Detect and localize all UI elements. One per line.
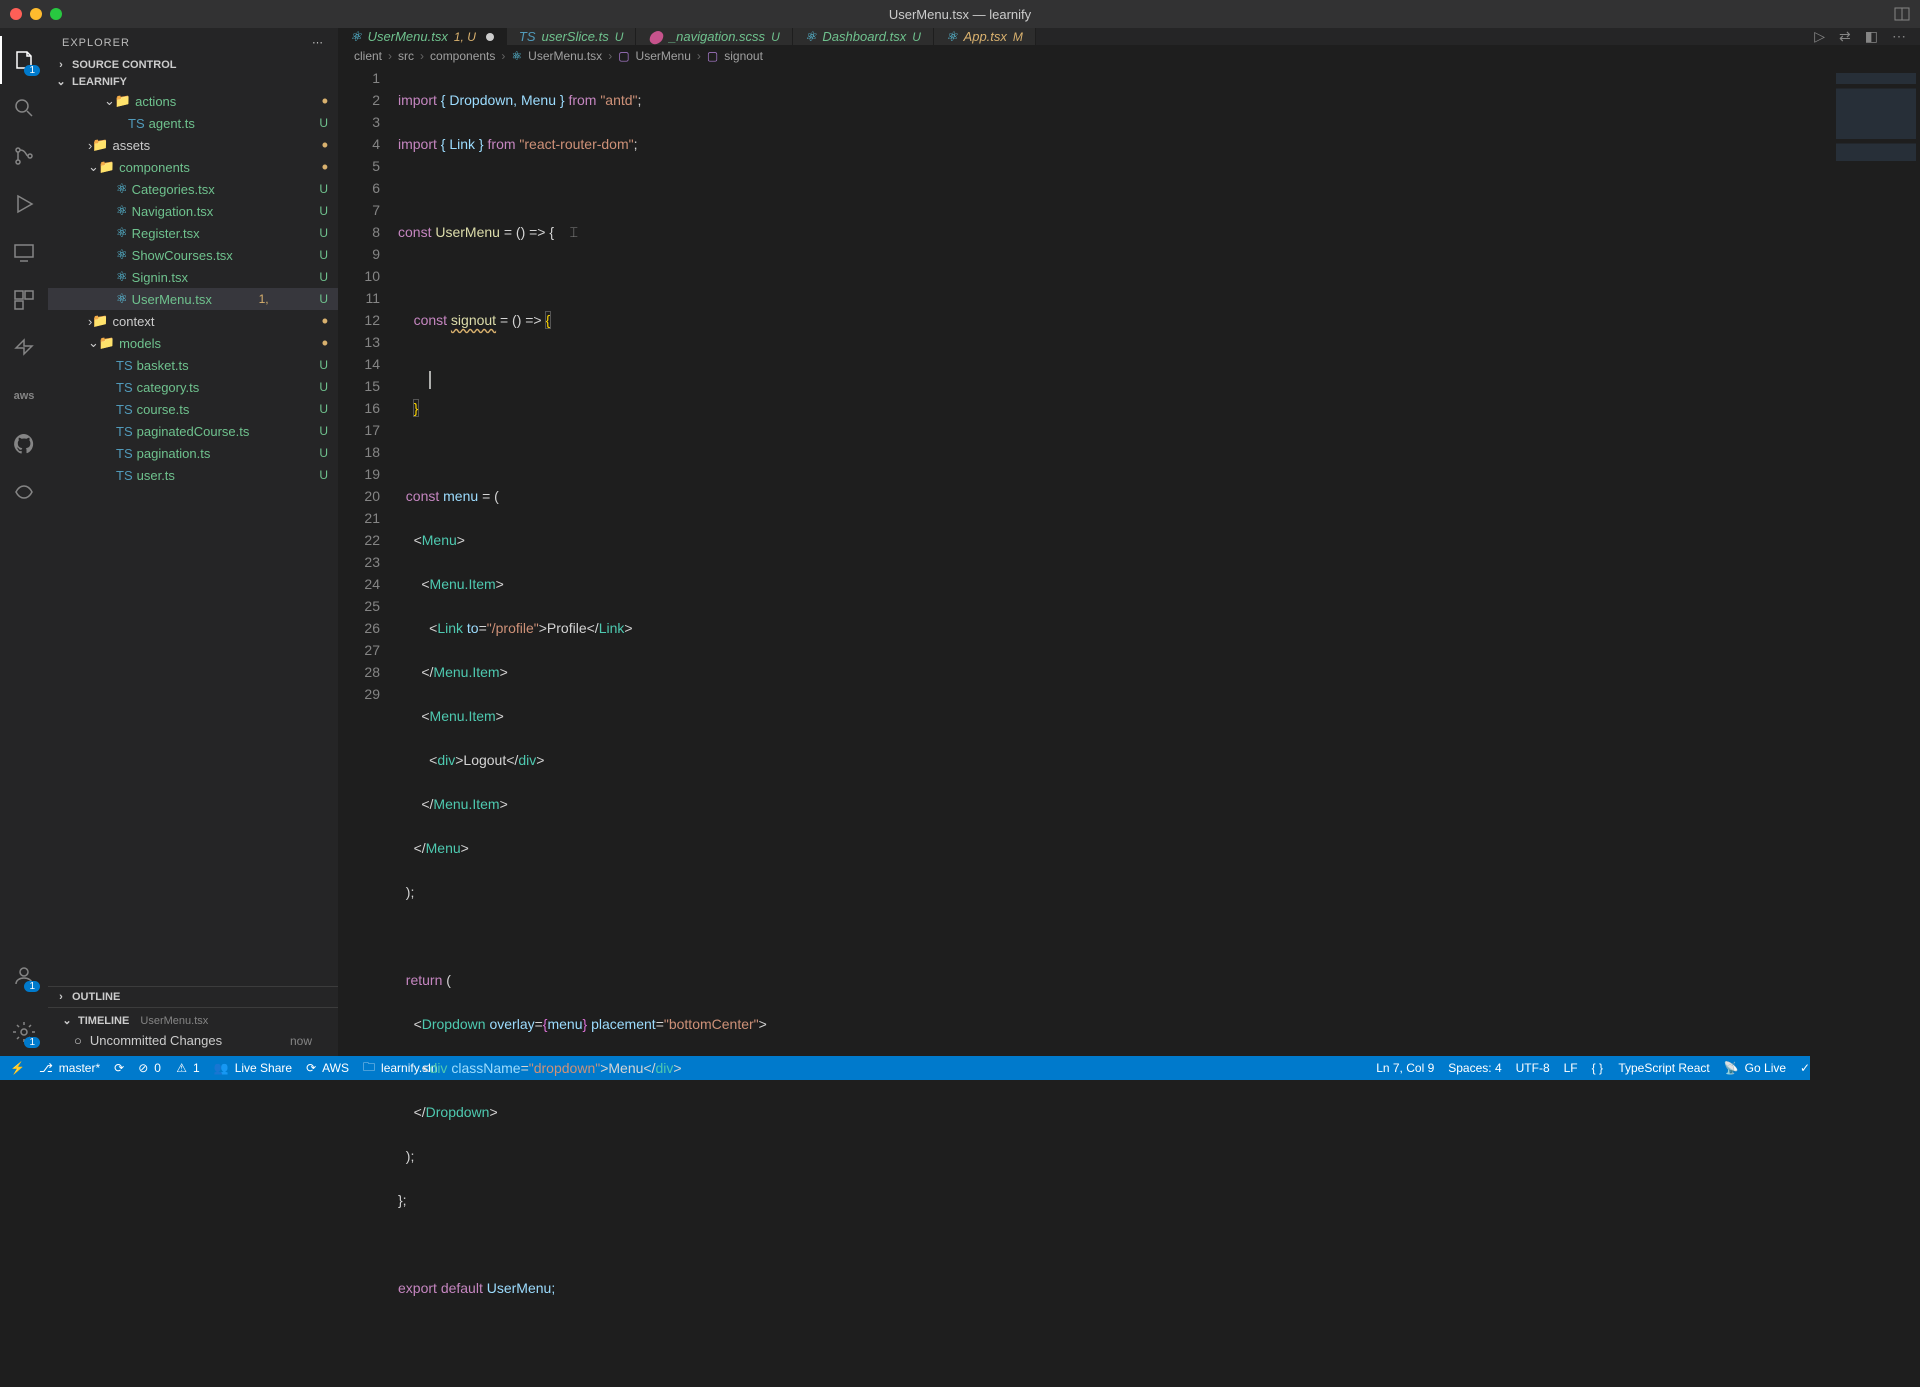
timeline-entry[interactable]: ○ Uncommitted Changes now: [54, 1029, 332, 1052]
titlebar: UserMenu.tsx — learnify: [0, 0, 1920, 28]
breadcrumb[interactable]: client› src› components› ⚛UserMenu.tsx› …: [338, 45, 1920, 67]
folder-models[interactable]: ⌄📁models•: [48, 332, 338, 354]
file-agent[interactable]: TSagent.tsU: [48, 112, 338, 134]
tab-usermenu[interactable]: ⚛UserMenu.tsx 1, U: [338, 28, 507, 45]
file-tree: ⌄📁actions• TSagent.tsU ›📁assets• ⌄📁compo…: [48, 90, 338, 986]
more-icon[interactable]: ⋯: [312, 36, 324, 49]
window-controls: [10, 8, 62, 20]
outline-section[interactable]: ›OUTLINE: [48, 986, 338, 1007]
split-icon[interactable]: ◧: [1865, 28, 1878, 45]
modified-dot-icon: [486, 33, 494, 41]
extensions-icon[interactable]: [0, 276, 48, 324]
branch-button[interactable]: ⎇master*: [39, 1061, 100, 1075]
project-section[interactable]: ⌄LEARNIFY: [48, 73, 338, 90]
search-icon[interactable]: [0, 84, 48, 132]
minimap[interactable]: [1810, 67, 1920, 1387]
tab-navigation-scss[interactable]: ⬤_navigation.scssU: [636, 28, 792, 45]
window-title: UserMenu.tsx — learnify: [889, 7, 1031, 22]
diff-icon[interactable]: ⇄: [1839, 28, 1851, 45]
settings-icon[interactable]: 1: [0, 1008, 48, 1056]
file-navigation[interactable]: ⚛Navigation.tsxU: [48, 200, 338, 222]
explorer-icon[interactable]: 1: [0, 36, 48, 84]
code-content[interactable]: import { Dropdown, Menu } from "antd"; i…: [398, 67, 1810, 1387]
tab-userslice[interactable]: TSuserSlice.tsU: [507, 28, 637, 45]
accounts-badge: 1: [24, 981, 40, 992]
remote-button[interactable]: ⚡: [10, 1061, 25, 1075]
maximize-window-icon[interactable]: [50, 8, 62, 20]
file-basket[interactable]: TSbasket.tsU: [48, 354, 338, 376]
sync-button[interactable]: ⟳: [114, 1061, 124, 1075]
commit-icon: ○: [74, 1033, 82, 1048]
thunder-client-icon[interactable]: [0, 324, 48, 372]
file-register[interactable]: ⚛Register.tsxU: [48, 222, 338, 244]
tab-dashboard[interactable]: ⚛Dashboard.tsxU: [793, 28, 934, 45]
code-editor[interactable]: 1234567891011121314151617181920212223242…: [338, 67, 1920, 1387]
source-control-icon[interactable]: [0, 132, 48, 180]
github-icon[interactable]: [0, 420, 48, 468]
file-showcourses[interactable]: ⚛ShowCourses.tsxU: [48, 244, 338, 266]
more-icon[interactable]: ⋯: [1892, 28, 1906, 45]
live-share-icon[interactable]: [0, 468, 48, 516]
sidebar: EXPLORER ⋯ ›SOURCE CONTROL ⌄LEARNIFY ⌄📁a…: [48, 28, 338, 1056]
file-course[interactable]: TScourse.tsU: [48, 398, 338, 420]
explorer-badge: 1: [24, 65, 40, 76]
activity-bar: 1 aws 1 1: [0, 28, 48, 1056]
tab-app[interactable]: ⚛App.tsxM: [934, 28, 1036, 45]
file-categories[interactable]: ⚛Categories.tsxU: [48, 178, 338, 200]
remote-icon[interactable]: [0, 228, 48, 276]
folder-components[interactable]: ⌄📁components•: [48, 156, 338, 178]
timeline-section[interactable]: ⌄TIMELINE UserMenu.tsx: [54, 1012, 332, 1029]
editor-tabs: ⚛UserMenu.tsx 1, U TSuserSlice.tsU ⬤_nav…: [338, 28, 1920, 45]
layout-toggle-icon[interactable]: [1894, 6, 1910, 22]
settings-badge: 1: [24, 1037, 40, 1048]
file-signin[interactable]: ⚛Signin.tsxU: [48, 266, 338, 288]
file-paginatedcourse[interactable]: TSpaginatedCourse.tsU: [48, 420, 338, 442]
run-icon[interactable]: ▷: [1814, 28, 1825, 45]
minimize-window-icon[interactable]: [30, 8, 42, 20]
source-control-section[interactable]: ›SOURCE CONTROL: [48, 57, 338, 73]
aws-icon[interactable]: aws: [0, 372, 48, 420]
file-category[interactable]: TScategory.tsU: [48, 376, 338, 398]
folder-assets[interactable]: ›📁assets•: [48, 134, 338, 156]
sidebar-title: EXPLORER ⋯: [48, 28, 338, 57]
file-usermenu[interactable]: ⚛UserMenu.tsx1,U: [48, 288, 338, 310]
debug-icon[interactable]: [0, 180, 48, 228]
file-user[interactable]: TSuser.tsU: [48, 464, 338, 486]
file-pagination[interactable]: TSpagination.tsU: [48, 442, 338, 464]
live-share-button[interactable]: 👥Live Share: [214, 1061, 292, 1075]
line-gutter: 1234567891011121314151617181920212223242…: [338, 67, 398, 1387]
problems-button[interactable]: ⊘0 ⚠1: [138, 1061, 200, 1075]
accounts-icon[interactable]: 1: [0, 952, 48, 1000]
close-window-icon[interactable]: [10, 8, 22, 20]
folder-context[interactable]: ›📁context•: [48, 310, 338, 332]
folder-actions[interactable]: ⌄📁actions•: [48, 90, 338, 112]
